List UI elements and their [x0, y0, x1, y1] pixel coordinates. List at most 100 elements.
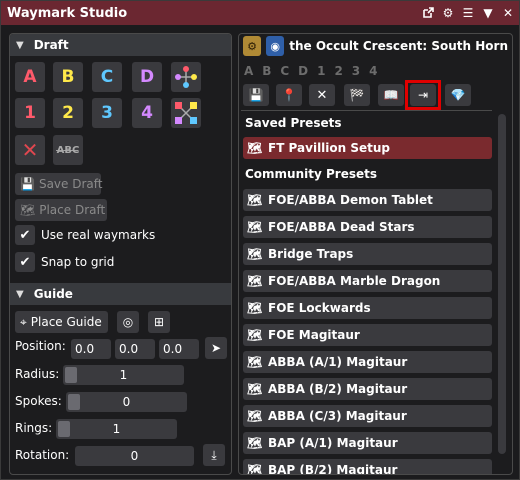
community-preset-item[interactable]: 🗺 FOE/ABBA Dead Stars — [243, 216, 492, 238]
library-button[interactable]: 📖 — [378, 84, 404, 106]
map-icon: 🗺 — [247, 247, 263, 261]
place-guide-button[interactable]: ⌖ Place Guide — [15, 311, 108, 333]
right-pane: ⚙ ◉ the Occult Crescent: South Horn A B … — [238, 33, 513, 475]
clear-letters-button[interactable]: A̶B̶C̶ — [53, 135, 83, 165]
arrow-down-icon: ⤓ — [211, 447, 217, 462]
zone-header: ⚙ ◉ the Occult Crescent: South Horn — [243, 36, 508, 56]
community-preset-item[interactable]: 🗺 FOE/ABBA Marble Dragon — [243, 270, 492, 292]
rings-slider[interactable]: 1 — [56, 419, 177, 439]
rotation-reset-button[interactable]: ⤓ — [203, 444, 225, 466]
guide-circle-button[interactable]: ◎ — [117, 311, 139, 333]
pick-position-button[interactable]: ➤ — [205, 337, 227, 359]
map-icon: 🗺 — [247, 141, 263, 155]
use-real-waymarks-row[interactable]: ✔ Use real waymarks — [15, 225, 155, 245]
zone-name: the Occult Crescent: South Horn — [289, 39, 508, 53]
diamond-button[interactable]: 💎 — [445, 84, 471, 106]
community-preset-item[interactable]: 🗺 BAP (A/1) Magitaur — [243, 432, 492, 454]
title-bar[interactable]: Waymark Studio ⚙ ☰ ▼ ✕ — [1, 1, 519, 25]
save-draft-button[interactable]: 💾 Save Draft — [15, 173, 102, 195]
community-preset-item[interactable]: 🗺 FOE/ABBA Demon Tablet — [243, 189, 492, 211]
community-preset-item[interactable]: 🗺 Bridge Traps — [243, 243, 492, 265]
community-preset-item[interactable]: 🗺 FOE Magitaur — [243, 324, 492, 346]
community-preset-item[interactable]: 🗺 ABBA (C/3) Magitaur — [243, 405, 492, 427]
draft-header-label: Draft — [33, 38, 69, 52]
spokes-slider[interactable]: 0 — [66, 392, 187, 412]
waymark-d-button[interactable]: D — [132, 62, 162, 92]
place-preset-button[interactable]: 📍 — [276, 84, 302, 106]
community-preset-item[interactable]: 🗺 BAP (B/2) Magitaur — [243, 459, 492, 475]
place-draft-button[interactable]: 🗺 Place Draft — [15, 199, 107, 221]
map-icon: 🗺 — [247, 220, 263, 234]
save-preset-button[interactable]: 💾 — [243, 84, 269, 106]
map-icon: 🗺 — [247, 301, 263, 315]
waymark-studio-window: Waymark Studio ⚙ ☰ ▼ ✕ ▼ Draft A B C D 1… — [0, 0, 520, 480]
position-label: Position: — [15, 339, 66, 353]
use-real-waymarks-checkbox[interactable]: ✔ — [15, 225, 35, 245]
rings-label: Rings: — [15, 421, 53, 435]
highlight-box — [405, 80, 441, 110]
map-icon: 🗺 — [247, 463, 263, 475]
book-icon: 📖 — [383, 88, 399, 102]
x-icon: ✕ — [316, 87, 328, 103]
slider-grab[interactable] — [68, 394, 80, 410]
map-icon: 🗺 — [247, 409, 263, 423]
external-link-icon[interactable] — [419, 4, 437, 22]
saved-preset-item[interactable]: 🗺 FT Pavillion Setup — [243, 137, 492, 159]
crosshair-icon: ⌖ — [20, 314, 27, 329]
divider — [241, 110, 492, 111]
slider-grab[interactable] — [58, 421, 70, 437]
waymark-b-button[interactable]: B — [53, 62, 83, 92]
map-icon: 🗺 — [247, 274, 263, 288]
waymark-c-button[interactable]: C — [92, 62, 122, 92]
clear-x-icon: ✕ — [21, 138, 39, 162]
scrollbar-thumb[interactable] — [498, 114, 506, 454]
zone-region-icon: ◉ — [266, 36, 285, 56]
snap-to-grid-checkbox[interactable]: ✔ — [15, 252, 35, 272]
waymark-1-button[interactable]: 1 — [15, 98, 45, 128]
map-icon: 🗺 — [247, 382, 263, 396]
preset-list-scrollbar[interactable] — [495, 112, 509, 474]
waymark-letters-row: A B C D 1 2 3 4 — [244, 64, 380, 78]
clear-draft-button[interactable]: ✕ — [15, 135, 45, 165]
slider-grab[interactable] — [65, 367, 77, 383]
position-x-input[interactable]: 0.0 — [71, 339, 111, 359]
clear-preset-button[interactable]: ✕ — [309, 84, 335, 106]
close-icon[interactable]: ✕ — [499, 4, 517, 22]
map-pin-icon: 📍 — [281, 88, 297, 102]
community-presets-header: Community Presets — [245, 167, 378, 181]
waymark-a-button[interactable]: A — [15, 62, 45, 92]
map-icon: 🗺 — [247, 193, 263, 207]
zone-map-icon: ⚙ — [243, 36, 262, 56]
community-preset-item[interactable]: 🗺 FOE Lockwards — [243, 297, 492, 319]
draft-header[interactable]: ▼ Draft — [10, 34, 231, 56]
flag-button[interactable]: 🏁 — [344, 84, 370, 106]
rotation-slider[interactable]: 0 — [75, 446, 194, 466]
left-pane: ▼ Draft A B C D 1 2 3 4 ✕ A̶B̶C̶ 💾 Save D… — [9, 33, 232, 475]
map-icon: 🗺 — [247, 436, 263, 450]
radius-slider[interactable]: 1 — [63, 365, 184, 385]
menu-icon[interactable]: ☰ — [459, 4, 477, 22]
collapse-icon[interactable]: ▼ — [479, 4, 497, 22]
cross-layout-icon — [175, 102, 197, 124]
cross-layout-button[interactable] — [171, 98, 201, 128]
snap-to-grid-row[interactable]: ✔ Snap to grid — [15, 252, 114, 272]
guide-header-label: Guide — [33, 287, 73, 301]
position-y-input[interactable]: 0.0 — [115, 339, 155, 359]
floppy-icon: 💾 — [20, 177, 35, 191]
community-preset-item[interactable]: 🗺 ABBA (A/1) Magitaur — [243, 351, 492, 373]
grid-icon: ⊞ — [153, 315, 165, 329]
guide-grid-button[interactable]: ⊞ — [148, 311, 170, 333]
radius-label: Radius: — [15, 367, 60, 381]
waymark-4-button[interactable]: 4 — [132, 98, 162, 128]
rotation-label: Rotation: — [15, 448, 70, 462]
plus-layout-button[interactable] — [171, 62, 201, 92]
waymark-3-button[interactable]: 3 — [92, 98, 122, 128]
saved-presets-header: Saved Presets — [245, 116, 342, 130]
community-preset-item[interactable]: 🗺 ABBA (B/2) Magitaur — [243, 378, 492, 400]
checkered-flag-icon: 🏁 — [349, 88, 365, 102]
position-z-input[interactable]: 0.0 — [159, 339, 199, 359]
gear-icon[interactable]: ⚙ — [439, 4, 457, 22]
waymark-2-button[interactable]: 2 — [53, 98, 83, 128]
guide-header[interactable]: ▼ Guide — [10, 283, 231, 305]
map-icon: 🗺 — [20, 203, 36, 217]
